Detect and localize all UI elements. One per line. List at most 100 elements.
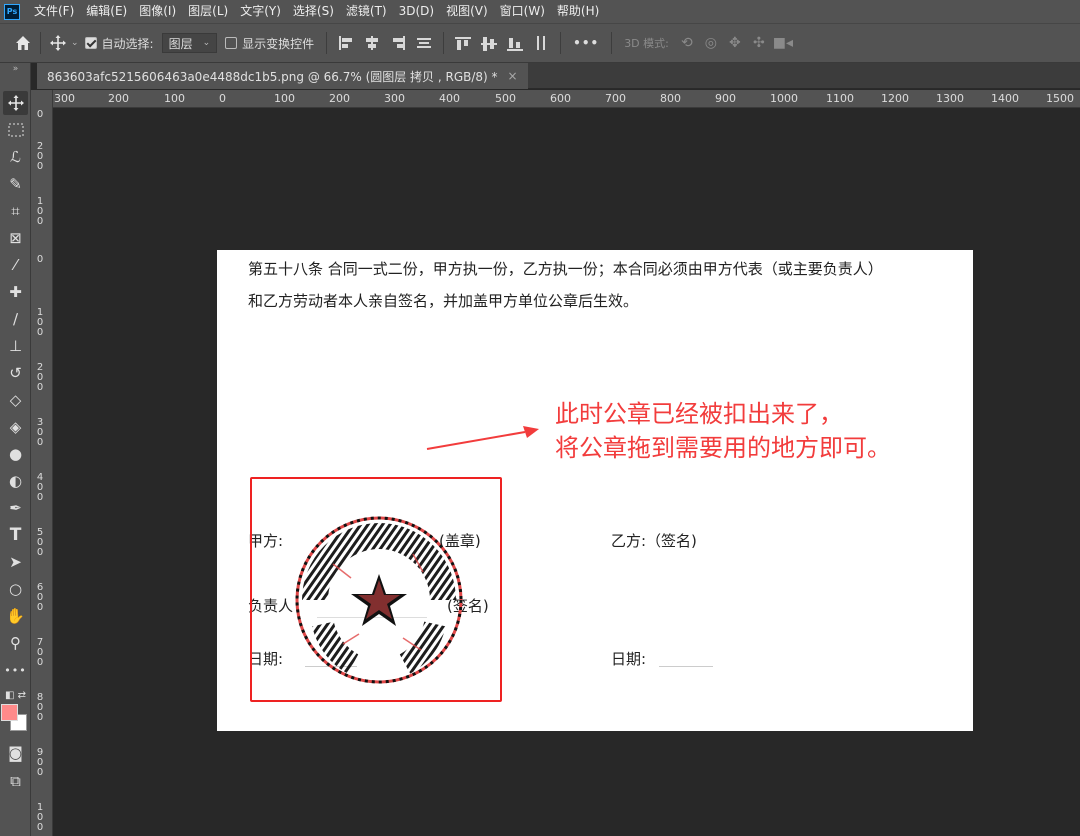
ruler-label: 300 (36, 417, 44, 448)
ruler-label: 900 (715, 92, 736, 105)
align-center-horizontal-icon[interactable] (360, 32, 384, 54)
camera-3d-icon[interactable]: ■◂ (771, 35, 795, 51)
chevron-down-icon[interactable]: ⌄ (71, 38, 79, 48)
roll-3d-icon[interactable]: ◎ (699, 35, 723, 51)
ruler-label: 200 (329, 92, 350, 105)
type-tool-icon[interactable]: T (3, 523, 28, 547)
edit-toolbar-icon[interactable]: ••• (3, 658, 28, 682)
ruler-label: 200 (36, 362, 44, 393)
menu-file[interactable]: 文件(F) (28, 0, 80, 23)
ruler-label: 100 (274, 92, 295, 105)
auto-select-checkbox[interactable] (84, 37, 97, 49)
canvas-area[interactable]: 第五十八条 合同一式二份，甲方执一份，乙方执一份；本合同必须由甲方代表（或主要负… (53, 108, 1080, 836)
show-transform-checkbox[interactable] (225, 37, 238, 49)
ruler-label: 500 (495, 92, 516, 105)
quick-mask-icon[interactable]: ◙ (3, 741, 28, 765)
ruler-label: 1500 (1046, 92, 1074, 105)
ruler-label: 1400 (991, 92, 1019, 105)
align-middle-vertical-icon[interactable] (477, 32, 501, 54)
slide-3d-icon[interactable]: ✣ (747, 35, 771, 51)
history-brush-tool-icon[interactable]: ↺ (3, 361, 28, 385)
align-right-icon[interactable] (386, 32, 410, 54)
seal-highlight-box (250, 477, 502, 702)
path-select-tool-icon[interactable]: ➤ (3, 550, 28, 574)
zoom-tool-icon[interactable]: ⚲ (3, 631, 28, 655)
ruler-label: 0 (219, 92, 226, 105)
ruler-label: 700 (605, 92, 626, 105)
ruler-label: 0 (36, 109, 44, 120)
menu-3d[interactable]: 3D(D) (393, 0, 440, 23)
lasso-tool-icon[interactable]: ℒ (3, 145, 28, 169)
panel-collapse-icon[interactable]: » (0, 63, 31, 81)
pan-3d-icon[interactable]: ✥ (723, 35, 747, 51)
contract-clause-line-2: 和乙方劳动者本人亲自签名，并加盖甲方单位公章后生效。 (248, 292, 639, 310)
quick-select-tool-icon[interactable]: ✎ (3, 172, 28, 196)
menu-bar: Ps 文件(F) 编辑(E) 图像(I) 图层(L) 文字(Y) 选择(S) 滤… (0, 0, 1080, 23)
align-top-icon[interactable] (451, 32, 475, 54)
contract-clause-line-1: 第五十八条 合同一式二份，甲方执一份，乙方执一份；本合同必须由甲方代表（或主要负… (248, 260, 883, 278)
brush-tool-icon[interactable]: ∕ (3, 307, 28, 331)
annotation-text: 此时公章已经被扣出来了， 将公章拖到需要用的地方即可。 (555, 397, 891, 465)
screen-mode-icon[interactable]: ⧉ (3, 769, 28, 793)
menu-image[interactable]: 图像(I) (133, 0, 182, 23)
marquee-tool-icon[interactable] (3, 118, 28, 142)
ruler-label: 400 (439, 92, 460, 105)
more-options-button[interactable]: ••• (573, 36, 599, 50)
menu-view[interactable]: 视图(V) (440, 0, 494, 23)
date-b-label: 日期: (611, 650, 647, 668)
menu-filter[interactable]: 滤镜(T) (340, 0, 393, 23)
document-tab-title: 863603afc5215606463a0e4488dc1b5.png @ 66… (47, 69, 498, 84)
paint-bucket-tool-icon[interactable]: ◈ (3, 415, 28, 439)
distribute-vertical-icon[interactable] (529, 32, 553, 54)
menu-help[interactable]: 帮助(H) (551, 0, 605, 23)
options-bar: ⌄ 自动选择: 图层 ⌄ 显示变换控件 ••• 3D 模式: ⟲ ◎ ✥ ✣ ■… (0, 23, 1080, 63)
ruler-label: 100 (36, 196, 44, 227)
ruler-label: 800 (660, 92, 681, 105)
ruler-label: 700 (36, 637, 44, 668)
ruler-label: 0 (36, 254, 44, 265)
horizontal-ruler: 300 200 100 0 100 200 300 400 500 600 70… (53, 90, 1080, 108)
ruler-label: 500 (36, 527, 44, 558)
frame-tool-icon[interactable]: ⊠ (3, 226, 28, 250)
document-canvas[interactable]: 第五十八条 合同一式二份，甲方执一份，乙方执一份；本合同必须由甲方代表（或主要负… (217, 250, 973, 731)
move-tool-icon[interactable] (3, 91, 28, 115)
align-left-icon[interactable] (334, 32, 358, 54)
menu-select[interactable]: 选择(S) (287, 0, 340, 23)
auto-select-dropdown[interactable]: 图层 ⌄ (161, 33, 218, 53)
ruler-label: 600 (36, 582, 44, 613)
menu-window[interactable]: 窗口(W) (494, 0, 551, 23)
date-b-line (659, 666, 713, 667)
ellipse-tool-icon[interactable]: ○ (3, 577, 28, 601)
ruler-label: 1300 (936, 92, 964, 105)
dodge-tool-icon[interactable]: ◐ (3, 469, 28, 493)
vertical-ruler: 0 200 100 0 100 200 300 400 500 600 700 … (31, 90, 53, 836)
ruler-label: 100 (164, 92, 185, 105)
photoshop-window: Ps 文件(F) 编辑(E) 图像(I) 图层(L) 文字(Y) 选择(S) 滤… (0, 0, 1080, 836)
annotation-line-1: 此时公章已经被扣出来了， (555, 400, 843, 428)
orbit-3d-icon[interactable]: ⟲ (675, 35, 699, 51)
ruler-label: 600 (550, 92, 571, 105)
pen-tool-icon[interactable]: ✒ (3, 496, 28, 520)
align-bottom-icon[interactable] (503, 32, 527, 54)
photoshop-logo-icon: Ps (4, 3, 20, 20)
eraser-tool-icon[interactable]: ◇ (3, 388, 28, 412)
eyedropper-tool-icon[interactable]: ⁄ (3, 253, 28, 277)
ruler-label: 300 (384, 92, 405, 105)
close-icon[interactable]: × (508, 69, 518, 83)
distribute-horizontal-icon[interactable] (412, 32, 436, 54)
clone-stamp-tool-icon[interactable]: ⊥ (3, 334, 28, 358)
move-tool-preset-icon[interactable] (47, 32, 69, 54)
home-icon[interactable] (12, 32, 34, 54)
menu-layer[interactable]: 图层(L) (182, 0, 234, 23)
ruler-label: 1000 (770, 92, 798, 105)
healing-brush-tool-icon[interactable]: ✚ (3, 280, 28, 304)
menu-type[interactable]: 文字(Y) (234, 0, 287, 23)
blur-tool-icon[interactable]: ● (3, 442, 28, 466)
annotation-line-2: 将公章拖到需要用的地方即可。 (555, 434, 891, 462)
hand-tool-icon[interactable]: ✋ (3, 604, 28, 628)
foreground-color-swatch[interactable] (1, 704, 18, 721)
document-tab[interactable]: 863603afc5215606463a0e4488dc1b5.png @ 66… (37, 63, 528, 89)
tools-panel: » ℒ ✎ ⌗ ⊠ ⁄ ✚ ∕ ⊥ ↺ ◇ ◈ ● ◐ ✒ T ➤ ○ ✋ ⚲ … (0, 63, 31, 836)
menu-edit[interactable]: 编辑(E) (80, 0, 133, 23)
crop-tool-icon[interactable]: ⌗ (3, 199, 28, 223)
